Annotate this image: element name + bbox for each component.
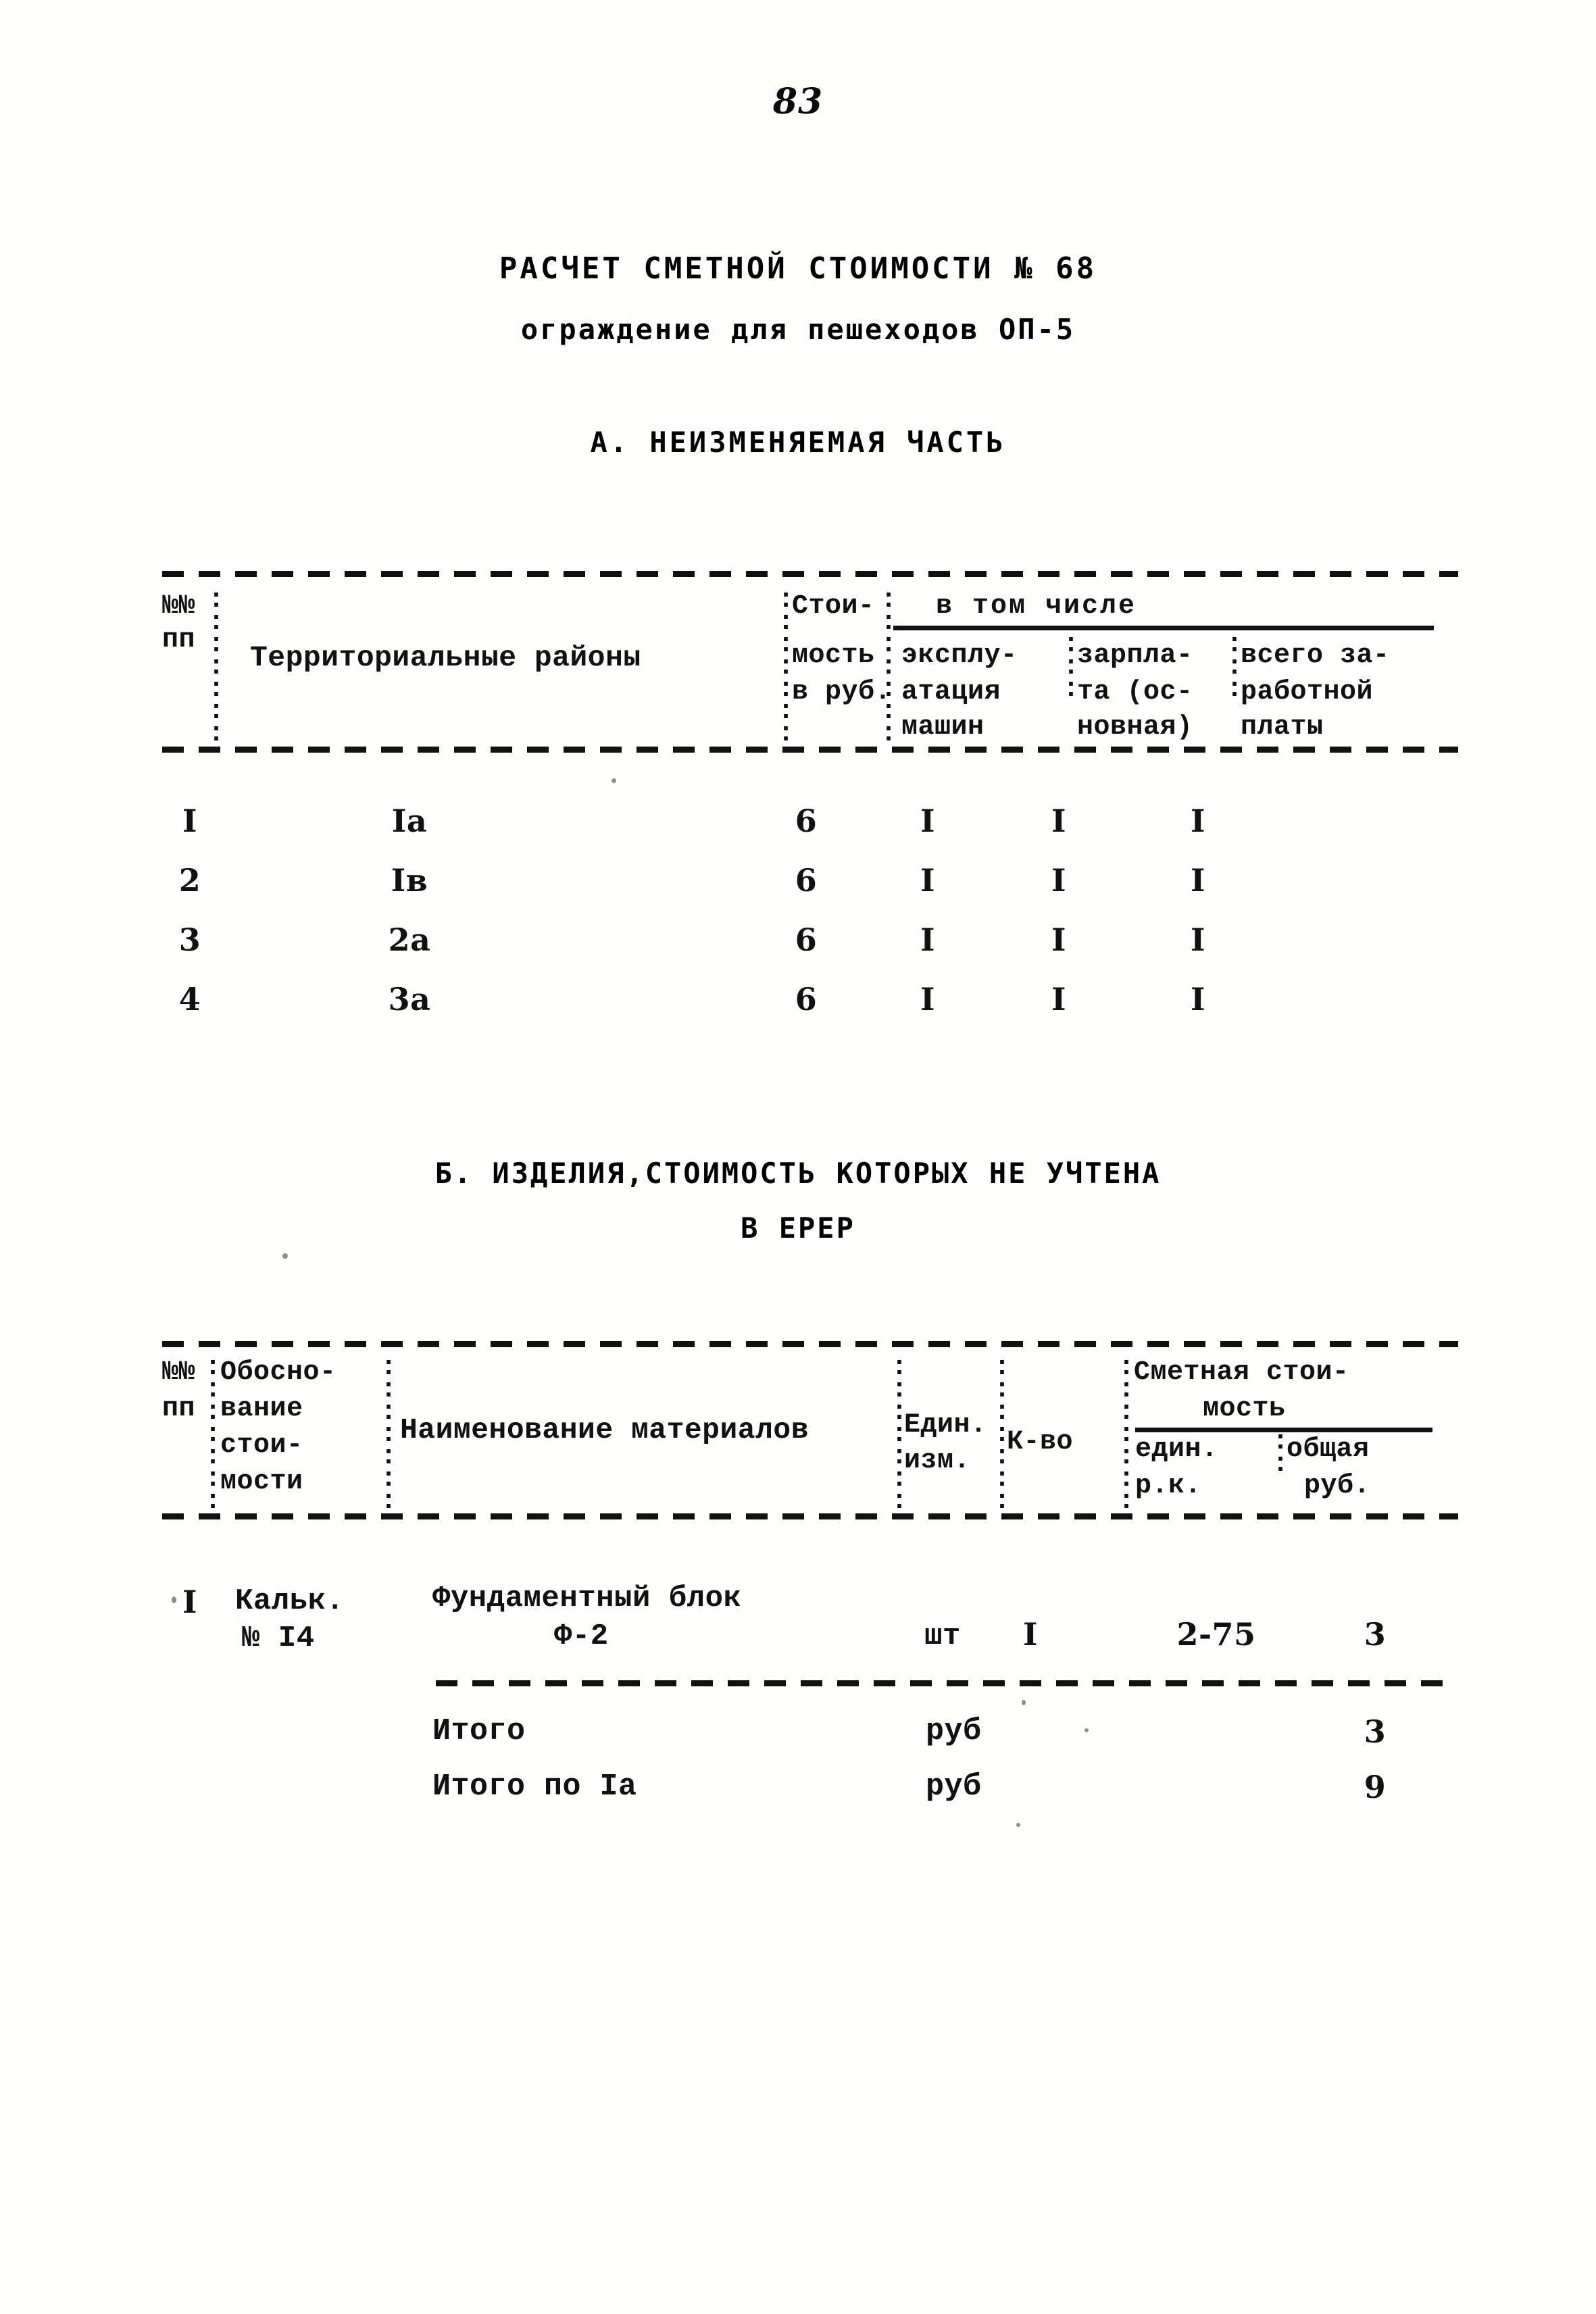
row-cost: 6 [795,803,818,839]
table-a-header-total-1: всего за- [1241,640,1390,671]
table-a-header-no-2: пп [162,625,196,655]
table-a-group-title: в том числе [936,591,1137,622]
table-a-colon-col-1: : : : : : : : [207,585,224,749]
row-district: 2а [388,922,431,958]
totals-unit: руб [926,1769,982,1804]
table-a-header-machines-3: машин [901,712,984,743]
table-a-header-no: №№ [162,591,196,622]
table-a-header-districts: Территориальные районы [250,641,641,674]
row-basis-line2: № I4 [242,1621,315,1655]
section-a-heading: А. НЕИЗМЕНЯЕМАЯ ЧАСТЬ [590,426,1006,459]
row-unit-price: 2-75 [1176,1616,1256,1653]
page-number: 83 [772,81,824,122]
totals-value: 3 [1364,1713,1387,1750]
row-no: I [182,1584,198,1620]
table-b-header-qty: К-во [1007,1427,1074,1457]
row-no: 2 [178,862,201,899]
scan-speck [172,1596,176,1603]
table-a-header-machines-2: атация [901,677,1001,707]
table-b-header-no-2: пп [162,1394,196,1424]
row-qty: I [1022,1616,1039,1653]
table-b-header-materials: Наименование материалов [400,1413,809,1447]
row-machines: I [920,981,936,1017]
table-b-header-unit-2: изм. [904,1446,971,1476]
table-a-header-rule [162,747,1458,753]
table-b-top-rule [162,1341,1458,1347]
scan-speck [1022,1700,1026,1705]
row-material-line1: Фундаментный блок [432,1582,742,1615]
table-a-group-underline [893,626,1434,630]
table-a-header-wages-2: та (ос- [1077,677,1193,707]
row-total-price: 3 [1364,1616,1387,1653]
table-a-header-total-2: работной [1241,677,1374,707]
scan-speck [1084,1728,1089,1732]
row-total-wages: I [1190,981,1206,1017]
totals-label: Итого по Iа [432,1769,637,1804]
row-cost: 6 [795,862,818,899]
table-b-header-basis-3: стои- [220,1430,303,1461]
table-b-header-total-price-2: руб. [1304,1471,1371,1501]
table-b-header-no: №№ [162,1357,196,1388]
table-b-header-total-price-1: общая [1287,1434,1370,1465]
section-b-heading-line1: Б. ИЗДЕЛИЯ,СТОИМОСТЬ КОТОРЫХ НЕ УЧТЕНА [434,1157,1162,1190]
row-basis-line1: Кальк. [235,1584,345,1618]
scan-speck [1016,1823,1020,1827]
row-no: 4 [178,981,201,1017]
row-district: Iа [391,803,428,839]
table-b-header-unit-price-1: един. [1135,1434,1218,1465]
table-b-group-title-1: Сметная стои- [1134,1357,1349,1388]
table-a-colon-col-3: : : : : : : : [880,585,897,749]
table-a-top-rule [162,571,1458,577]
row-material-line2: Ф-2 [554,1619,609,1653]
table-b-group-title-2: мость [1203,1394,1286,1424]
table-a-header-machines-1: эксплу- [901,640,1018,671]
totals-unit: руб [926,1714,982,1749]
row-machines: I [920,803,936,839]
totals-label: Итого [432,1714,526,1749]
row-district: 3а [388,981,431,1017]
row-cost: 6 [795,981,818,1017]
document-subtitle: ограждение для пешеходов ОП-5 [520,313,1076,346]
table-a-header-cost-3: в руб. [792,677,892,707]
table-b-header-basis-2: вание [220,1394,303,1424]
row-total-wages: I [1190,803,1206,839]
table-b-header-unit-1: Един. [904,1410,987,1440]
table-a-header-cost-1: Стои- [792,591,875,622]
section-b-heading-line2: В ЕРЕР [741,1211,855,1244]
table-a-header-wages-3: новная) [1077,712,1193,743]
row-no: 3 [178,922,201,958]
row-machines: I [920,862,936,899]
row-unit: шт [924,1619,961,1653]
row-machines: I [920,922,936,958]
row-district: Iв [391,862,428,899]
row-wages: I [1051,803,1067,839]
table-b-header-unit-price-2: р.к. [1135,1471,1202,1501]
table-b-colon-col-2: : : : : : : : [380,1353,397,1517]
scan-speck [282,1253,288,1259]
table-b-header-basis-1: Обосно- [220,1357,336,1388]
table-a-header-total-3: платы [1241,712,1324,743]
totals-value: 9 [1364,1769,1387,1805]
table-b-totals-rule [436,1680,1456,1686]
table-b-header-basis-4: мости [220,1467,303,1497]
row-cost: 6 [795,922,818,958]
scan-speck [612,778,616,783]
row-total-wages: I [1190,922,1206,958]
document-title: РАСЧЕТ СМЕТНОЙ СТОИМОСТИ № 68 [499,251,1097,286]
row-wages: I [1051,981,1067,1017]
row-total-wages: I [1190,862,1206,899]
row-no: I [182,803,198,839]
document-page: 83 РАСЧЕТ СМЕТНОЙ СТОИМОСТИ № 68 огражде… [0,0,1596,2314]
row-wages: I [1051,922,1067,958]
table-a-header-wages-1: зарпла- [1077,640,1193,671]
table-a-header-cost-2: мость [792,640,875,671]
row-wages: I [1051,862,1067,899]
table-b-header-rule [162,1513,1458,1519]
